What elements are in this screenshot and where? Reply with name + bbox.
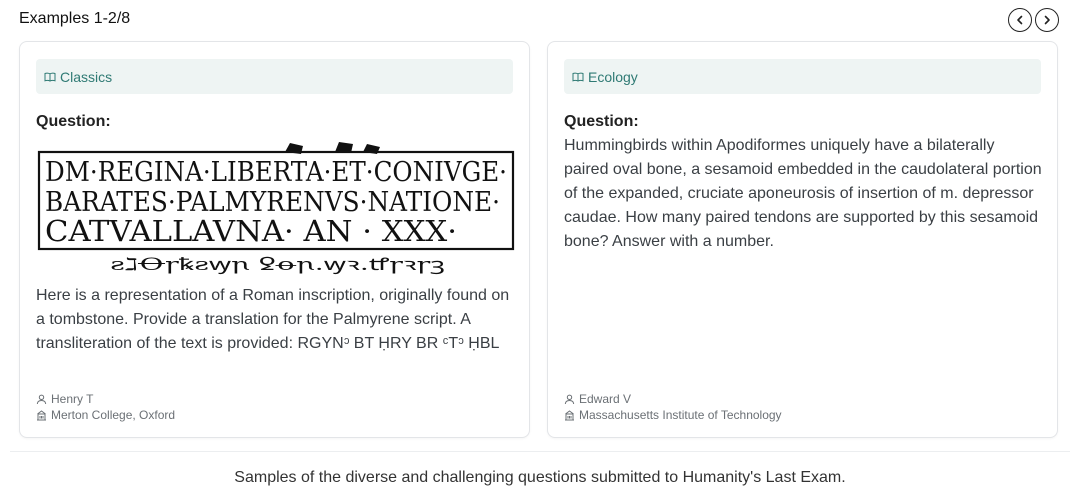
inscription-line-3: CATVALLAVNA· AN · XXX·	[45, 214, 457, 248]
book-icon	[572, 72, 584, 82]
author: Edward V	[564, 392, 631, 406]
question-label: Question:	[564, 113, 639, 130]
author-name: Henry T	[51, 392, 94, 406]
user-icon	[564, 394, 575, 404]
building-icon	[37, 409, 46, 420]
question-text: Here is a representation of a Roman insc…	[36, 287, 510, 352]
subject-tag: Classics	[36, 59, 513, 94]
example-card-ecology: Ecology Question: Hummingbirds within Ap…	[547, 41, 1058, 438]
pagination-controls	[1008, 8, 1059, 32]
divider	[10, 451, 1070, 452]
institution: Massachusetts Institute of Technology	[564, 408, 782, 422]
examples-counter: Examples 1-2/8	[19, 10, 131, 27]
institution-name: Massachusetts Institute of Technology	[579, 408, 782, 422]
subject-label: Classics	[60, 68, 113, 85]
subject-tag: Ecology	[564, 59, 1041, 94]
author: Henry T	[36, 392, 93, 406]
building-icon	[565, 409, 574, 420]
subject-label: Ecology	[588, 68, 638, 85]
institution-name: Merton College, Oxford	[51, 408, 176, 422]
example-card-classics: Classics Question: DM·REGINA·LIBERTA·ET·…	[19, 41, 530, 438]
question-text: Hummingbirds within Apodiformes uniquely…	[564, 137, 1042, 250]
next-button[interactable]	[1035, 8, 1059, 32]
institution: Merton College, Oxford	[36, 408, 175, 422]
author-name: Edward V	[579, 392, 632, 406]
prev-button[interactable]	[1008, 8, 1032, 32]
inscription-line-1: DM·REGINA·LIBERTA·ET·CONIVGE·	[45, 157, 507, 188]
palmyrene-script: ꙅℷꝊꞅꝅꙅꝡꞃ ꝿꝋꞃ.ꝡꝛ.ꝷꞅꝛꞅꝫ	[110, 255, 445, 275]
question-label: Question:	[36, 113, 111, 130]
inscription-image: DM·REGINA·LIBERTA·ET·CONIVGE· BARATES·PA…	[37, 142, 515, 275]
chevron-left-icon	[1017, 15, 1023, 25]
user-icon	[36, 394, 47, 404]
caption: Samples of the diverse and challenging q…	[234, 469, 846, 486]
book-icon	[44, 72, 56, 82]
chevron-right-icon	[1044, 15, 1050, 25]
